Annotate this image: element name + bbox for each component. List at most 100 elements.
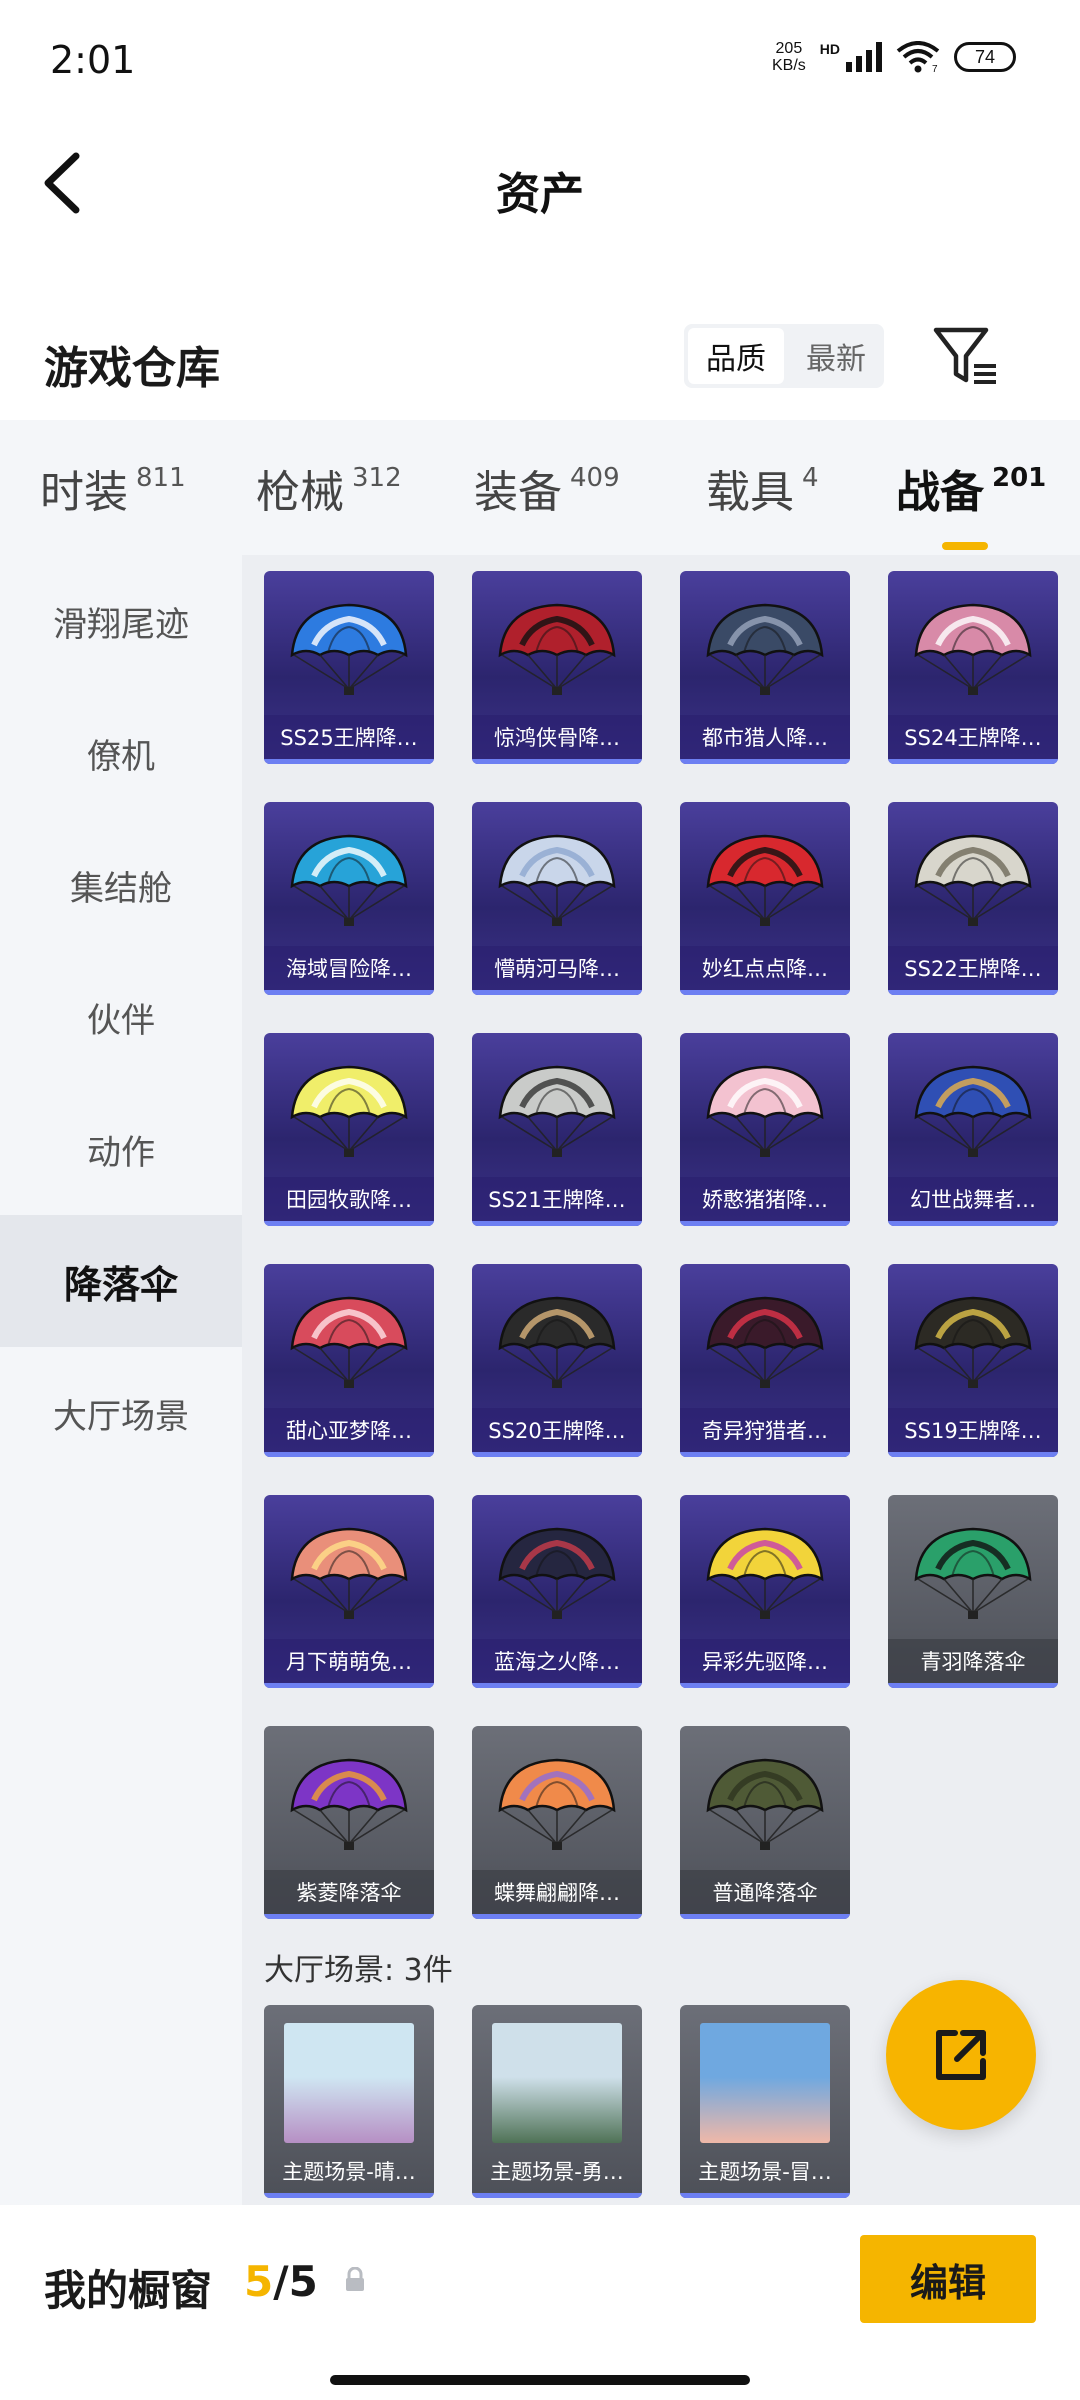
tab-count: 201 [992,462,1047,493]
network-speed: 205 KB/s [772,40,806,74]
item-name: SS20王牌降… [472,1408,642,1452]
item-card[interactable]: 懵萌河马降… [472,802,642,995]
item-name: 异彩先驱降… [680,1639,850,1683]
scene-name: 主题场景-勇… [490,2160,624,2184]
item-grid-area[interactable]: SS25王牌降… 惊鸿侠骨降… 都市猎人降… SS24王牌降… 海域冒险降… 懵萌河马降…… [242,555,1080,2205]
parachute-icon [290,1527,408,1619]
parachute-icon [706,834,824,926]
item-card[interactable]: 异彩先驱降… [680,1495,850,1688]
item-card[interactable]: 普通降落伞 [680,1726,850,1919]
network-unit: KB/s [771,57,806,74]
home-indicator[interactable] [330,2375,750,2385]
tab-2[interactable]: 装备 409 [434,420,656,555]
subnav-item-0[interactable]: 滑翔尾迹 [0,555,242,687]
item-name: 月下萌萌兔… [264,1639,434,1683]
item-name: SS21王牌降… [472,1177,642,1221]
item-card[interactable]: 青羽降落伞 [888,1495,1058,1688]
app-header: 资产 [0,120,1080,240]
item-card[interactable]: 甜心亚梦降… [264,1264,434,1457]
item-name: 海域冒险降… [264,946,434,990]
scenes-section-title: 大厅场景: 3件 [264,1953,453,1988]
edit-button[interactable]: 编辑 [860,2235,1036,2323]
scene-card[interactable]: 主题场景-晴… [264,2005,434,2198]
parachute-icon [706,1296,824,1388]
item-card[interactable]: 奇异狩猎者… [680,1264,850,1457]
item-rarity-bar [888,1221,1058,1226]
item-rarity-bar [472,990,642,995]
sort-newest-button[interactable]: 最新 [788,324,884,388]
parachute-icon [290,834,408,926]
parachute-icon [498,1296,616,1388]
tab-0[interactable]: 时装 811 [0,420,216,555]
item-card[interactable]: 惊鸿侠骨降… [472,571,642,764]
parachute-icon [706,1758,824,1850]
item-card[interactable]: 娇憨猪猪降… [680,1033,850,1226]
filter-icon[interactable] [930,322,1000,392]
item-card[interactable]: 紫菱降落伞 [264,1726,434,1919]
scene-name: 主题场景-晴… [282,2160,416,2184]
item-name: 普通降落伞 [680,1870,850,1914]
scene-card[interactable]: 主题场景-冒… [680,2005,850,2198]
subnav-item-1[interactable]: 僚机 [0,687,242,819]
parachute-icon [706,1065,824,1157]
item-rarity-bar [472,1221,642,1226]
item-rarity-bar [472,1683,642,1688]
item-rarity-bar [888,1452,1058,1457]
category-tabs: 时装 811 枪械 312 装备 409 载具 4 战备 201 [0,420,1080,555]
item-rarity-bar [264,1221,434,1226]
item-card[interactable]: 月下萌萌兔… [264,1495,434,1688]
tab-label: 装备 [474,466,562,518]
item-card[interactable]: SS20王牌降… [472,1264,642,1457]
scene-rarity-bar [680,2193,850,2198]
item-rarity-bar [888,1683,1058,1688]
subnav-item-2[interactable]: 集结舱 [0,819,242,951]
showcase-sep: / [273,2257,289,2306]
item-name: 蓝海之火降… [472,1639,642,1683]
item-name: 懵萌河马降… [472,946,642,990]
warehouse-header: 游戏仓库 品质 最新 [0,300,1080,410]
item-rarity-bar [264,1683,434,1688]
item-name: SS19王牌降… [888,1408,1058,1452]
item-card[interactable]: 田园牧歌降… [264,1033,434,1226]
tab-active-indicator [942,541,988,550]
item-card[interactable]: 幻世战舞者… [888,1033,1058,1226]
page-title: 资产 [496,169,584,220]
share-button[interactable] [886,1980,1036,2130]
item-rarity-bar [264,1914,434,1919]
tab-1[interactable]: 枪械 312 [216,420,434,555]
subnav-item-4[interactable]: 动作 [0,1083,242,1215]
item-name: 蝶舞翩翩降… [472,1870,642,1914]
item-rarity-bar [264,990,434,995]
hd-indicator: HD [819,41,840,57]
wifi-icon: 7 [896,41,940,73]
scene-thumbnail [492,2023,622,2143]
item-card[interactable]: SS25王牌降… [264,571,434,764]
subnav-item-3[interactable]: 伙伴 [0,951,242,1083]
parachute-icon [706,603,824,695]
item-card[interactable]: SS22王牌降… [888,802,1058,995]
parachute-icon [914,1296,1032,1388]
scene-card[interactable]: 主题场景-勇… [472,2005,642,2198]
item-card[interactable]: 海域冒险降… [264,802,434,995]
status-bar: 2:01 205 KB/s HD 7 74 [0,0,1080,120]
item-card[interactable]: SS24王牌降… [888,571,1058,764]
item-name: 都市猎人降… [680,715,850,759]
item-rarity-bar [264,759,434,764]
tab-4[interactable]: 战备 201 [850,420,1080,555]
item-card[interactable]: SS21王牌降… [472,1033,642,1226]
subnav-item-6[interactable]: 大厅场景 [0,1347,242,1479]
parachute-icon [290,1065,408,1157]
item-card[interactable]: 蓝海之火降… [472,1495,642,1688]
item-card[interactable]: 妙红点点降… [680,802,850,995]
item-rarity-bar [472,1914,642,1919]
tab-3[interactable]: 载具 4 [656,420,850,555]
parachute-icon [914,1527,1032,1619]
subnav-item-5[interactable]: 降落伞 [0,1215,242,1347]
showcase-count: 5/5 [244,2257,318,2306]
item-card[interactable]: 蝶舞翩翩降… [472,1726,642,1919]
item-card[interactable]: 都市猎人降… [680,571,850,764]
parachute-icon [706,1527,824,1619]
item-rarity-bar [264,1452,434,1457]
sort-quality-button[interactable]: 品质 [688,328,784,384]
item-card[interactable]: SS19王牌降… [888,1264,1058,1457]
